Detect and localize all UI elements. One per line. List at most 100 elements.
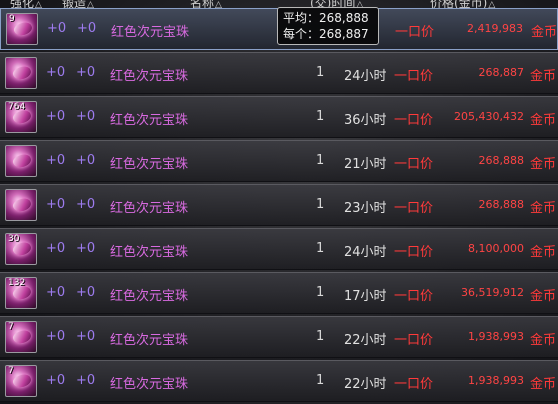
price-type: 一口价 [394,113,434,128]
enhance-value: +0 [46,65,66,80]
stack-count: 764 [8,102,26,112]
quantity: 1 [316,65,325,80]
orb-gem-shape [11,328,33,346]
price-value: 1,938,993 [468,374,524,387]
tooltip-average-value: 268,888 [319,11,369,25]
stack-count: 132 [8,278,26,288]
stack-count: 7 [8,366,14,376]
tooltip-each-line: 每个：268,887 [283,26,373,42]
stack-count: 9 [9,14,15,24]
forge-value: +0 [76,329,96,344]
orb-gem-shape [11,196,33,214]
quantity: 1 [316,285,325,300]
price-unit: 金币 [530,377,557,392]
quantity: 1 [316,329,325,344]
price-type: 一口价 [394,157,434,172]
enhance-value: +0 [46,197,66,212]
auction-row[interactable]: 30 +0 +0 红色次元宝珠 1 24小时 一口价 8,100,000 金币 [0,228,558,270]
item-name: 红色次元宝珠 [110,245,189,260]
price-value: 205,430,432 [454,110,524,123]
enhance-value: +0 [47,21,67,36]
pink-dimension-orb-icon[interactable]: 9 [6,13,38,45]
time-remaining: 17小时 [344,289,387,304]
orb-gem-shape [11,372,33,390]
auction-row[interactable]: 7 +0 +0 红色次元宝珠 1 22小时 一口价 1,938,993 金币 [0,316,558,358]
pink-dimension-orb-icon[interactable]: 7 [5,365,37,397]
price-value: 268,887 [478,66,525,79]
item-name: 红色次元宝珠 [110,113,189,128]
enhance-value: +0 [46,109,66,124]
quantity: 1 [316,373,325,388]
quantity: 1 [316,109,325,124]
price-value: 36,519,912 [461,286,524,299]
time-remaining: 23小时 [344,201,387,216]
pink-dimension-orb-icon[interactable] [5,57,37,89]
price-value: 8,100,000 [468,242,524,255]
price-unit: 金币 [530,157,557,172]
item-name: 红色次元宝珠 [110,377,189,392]
tooltip-each-label: 每个： [283,27,320,41]
auction-list: 9 +0 +0 红色次元宝珠 一口价 2,419,983 金币 +0 +0 红色… [0,8,558,404]
forge-value: +0 [76,285,96,300]
enhance-value: +0 [46,241,66,256]
forge-value: +0 [77,21,97,36]
orb-gem-shape [11,152,33,170]
time-remaining: 24小时 [344,245,387,260]
orb-gem-shape [12,20,34,38]
auction-row[interactable]: +0 +0 红色次元宝珠 1 24小时 一口价 268,887 金币 [0,52,558,94]
enhance-value: +0 [46,329,66,344]
time-remaining: 36小时 [344,113,387,128]
auction-row[interactable]: 764 +0 +0 红色次元宝珠 1 36小时 一口价 205,430,432 … [0,96,558,138]
auction-row[interactable]: +0 +0 红色次元宝珠 1 23小时 一口价 268,888 金币 [0,184,558,226]
item-name: 红色次元宝珠 [111,25,190,40]
forge-value: +0 [76,241,96,256]
enhance-value: +0 [46,285,66,300]
pink-dimension-orb-icon[interactable]: 132 [5,277,37,309]
time-remaining: 22小时 [344,377,387,392]
price-unit: 金币 [530,245,557,260]
auction-row[interactable]: 7 +0 +0 红色次元宝珠 1 22小时 一口价 1,938,993 金币 [0,360,558,402]
item-name: 红色次元宝珠 [110,201,189,216]
price-unit: 金币 [530,69,557,84]
price-type: 一口价 [394,69,434,84]
price-unit: 金币 [530,333,557,348]
price-type: 一口价 [394,333,434,348]
price-value: 268,888 [478,198,525,211]
pink-dimension-orb-icon[interactable]: 764 [5,101,37,133]
pink-dimension-orb-icon[interactable]: 30 [5,233,37,265]
price-unit: 金币 [530,113,557,128]
auction-row[interactable]: 132 +0 +0 红色次元宝珠 1 17小时 一口价 36,519,912 金… [0,272,558,314]
enhance-value: +0 [46,373,66,388]
pink-dimension-orb-icon[interactable]: 7 [5,321,37,353]
price-unit: 金币 [531,25,558,40]
forge-value: +0 [76,373,96,388]
tooltip-each-value: 268,887 [319,27,369,41]
quantity: 1 [316,197,325,212]
price-unit: 金币 [530,201,557,216]
tooltip-average-line: 平均：268,888 [283,10,373,26]
item-name: 红色次元宝珠 [110,157,189,172]
price-type: 一口价 [394,289,434,304]
price-value: 268,888 [478,154,525,167]
forge-value: +0 [76,153,96,168]
pink-dimension-orb-icon[interactable] [5,145,37,177]
quantity: 1 [316,241,325,256]
stack-count: 7 [8,322,14,332]
price-type: 一口价 [394,377,434,392]
time-remaining: 22小时 [344,333,387,348]
quantity: 1 [316,153,325,168]
enhance-value: +0 [46,153,66,168]
time-remaining: 21小时 [344,157,387,172]
auction-row[interactable]: +0 +0 红色次元宝珠 1 21小时 一口价 268,888 金币 [0,140,558,182]
forge-value: +0 [76,197,96,212]
time-remaining: 24小时 [344,69,387,84]
price-type: 一口价 [394,245,434,260]
forge-value: +0 [76,65,96,80]
item-name: 红色次元宝珠 [110,289,189,304]
forge-value: +0 [76,109,96,124]
price-type: 一口价 [395,25,435,40]
price-value: 2,419,983 [467,22,523,35]
price-unit: 金币 [530,289,557,304]
pink-dimension-orb-icon[interactable] [5,189,37,221]
tooltip-average-label: 平均： [283,11,320,25]
